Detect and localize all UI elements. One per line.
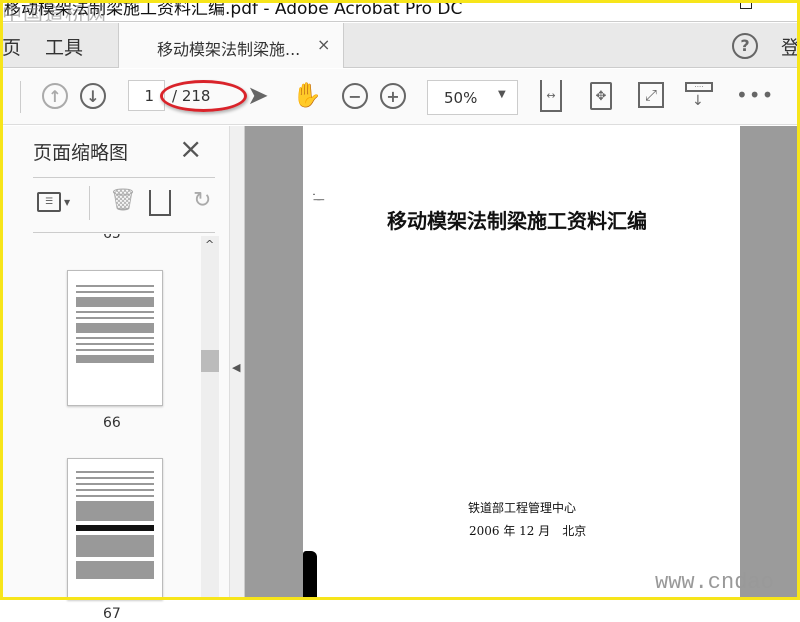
document-title: 移动模架法制梁施工资料汇编 xyxy=(387,209,647,233)
maximize-button[interactable] xyxy=(740,0,752,9)
chevron-down-icon: ▼ xyxy=(64,198,71,207)
thumbnail-label: 66 xyxy=(103,415,121,431)
insert-page-icon[interactable] xyxy=(149,190,171,216)
annotation-ellipse xyxy=(160,80,247,112)
close-panel-icon[interactable]: × xyxy=(179,132,202,165)
fit-page-icon[interactable]: ✥ xyxy=(590,82,612,110)
zoom-value: 50% xyxy=(444,89,478,107)
title-bar: 移动模架法制梁施工资料汇编.pdf - Adobe Acrobat Pro DC… xyxy=(0,0,800,22)
divider xyxy=(89,186,90,220)
panel-title: 页面缩略图 xyxy=(33,142,129,164)
page-thumbnail[interactable] xyxy=(67,458,163,600)
options-menu-icon[interactable]: ☰ xyxy=(37,192,61,212)
watermark-logo: 中国道桥网 xyxy=(2,2,107,22)
document-tab-label: 移动模架法制梁施... xyxy=(157,40,301,59)
divider xyxy=(20,81,21,113)
page-thumbnail[interactable] xyxy=(67,270,163,406)
thumbnail-scrollbar[interactable]: ^ xyxy=(201,236,219,600)
full-screen-icon[interactable]: ⤢ xyxy=(638,82,664,108)
thumbnail-label: 65 xyxy=(103,226,121,242)
login-button[interactable]: 登 xyxy=(781,33,800,60)
tab-tools[interactable]: 工具 xyxy=(45,33,83,60)
previous-page-icon[interactable]: ↑ xyxy=(42,83,68,109)
toolbar: ↑ ↓ 1 / 218 ➤ ✋ − + 50% ▼ ↔ ✥ ⤢ ···· ↓ •… xyxy=(0,69,800,125)
divider xyxy=(33,177,215,178)
scan-artifact xyxy=(303,551,317,600)
scroll-mode-icon[interactable]: ···· xyxy=(685,82,713,92)
scrollbar-thumb[interactable] xyxy=(201,350,219,372)
pdf-page: ˙ ̶ ̶ 移动模架法制梁施工资料汇编 铁道部工程管理中心 2006 年 12 … xyxy=(303,126,774,600)
panel-collapse-strip[interactable]: ◀ xyxy=(230,126,245,600)
select-cursor-icon[interactable]: ➤ xyxy=(247,81,269,111)
arrow-down-icon: ↓ xyxy=(692,93,704,109)
zoom-in-icon[interactable]: + xyxy=(380,83,406,109)
page-thumbnails-panel: 页面缩略图 × ☰ ▼ 🗑 ↻ 65 66 67 ^ xyxy=(3,126,230,622)
divider xyxy=(33,232,215,233)
zoom-out-icon[interactable]: − xyxy=(342,83,368,109)
close-tab-icon[interactable]: × xyxy=(317,35,330,54)
tab-home[interactable]: 页 xyxy=(2,33,21,60)
tab-document[interactable]: 移动模架法制梁施... × xyxy=(118,23,344,68)
publisher: 铁道部工程管理中心 xyxy=(468,501,577,515)
fit-width-icon[interactable]: ↔ xyxy=(540,80,562,112)
hand-tool-icon[interactable]: ✋ xyxy=(292,81,322,109)
rotate-icon[interactable]: ↻ xyxy=(193,188,211,213)
site-watermark: www.cndao xyxy=(655,570,774,595)
next-page-icon[interactable]: ↓ xyxy=(80,83,106,109)
chevron-down-icon: ▼ xyxy=(498,89,506,100)
document-view[interactable]: ˙ ̶ ̶ 移动模架法制梁施工资料汇编 铁道部工程管理中心 2006 年 12 … xyxy=(245,126,800,600)
thumbnail-label: 67 xyxy=(103,606,121,622)
scroll-up-icon[interactable]: ^ xyxy=(205,238,214,251)
help-icon[interactable]: ? xyxy=(732,33,758,59)
collapse-arrow-icon[interactable]: ◀ xyxy=(232,361,240,374)
publish-date: 2006 年 12 月 北京 xyxy=(469,524,587,538)
delete-page-icon[interactable]: 🗑 xyxy=(109,188,137,213)
more-tools-icon[interactable]: ••• xyxy=(736,83,774,107)
scan-marks: ˙ ̶ ̶ xyxy=(311,192,325,206)
zoom-select[interactable]: 50% ▼ xyxy=(427,80,518,115)
tab-bar: 页 工具 移动模架法制梁施... × ? 登 xyxy=(0,23,800,68)
